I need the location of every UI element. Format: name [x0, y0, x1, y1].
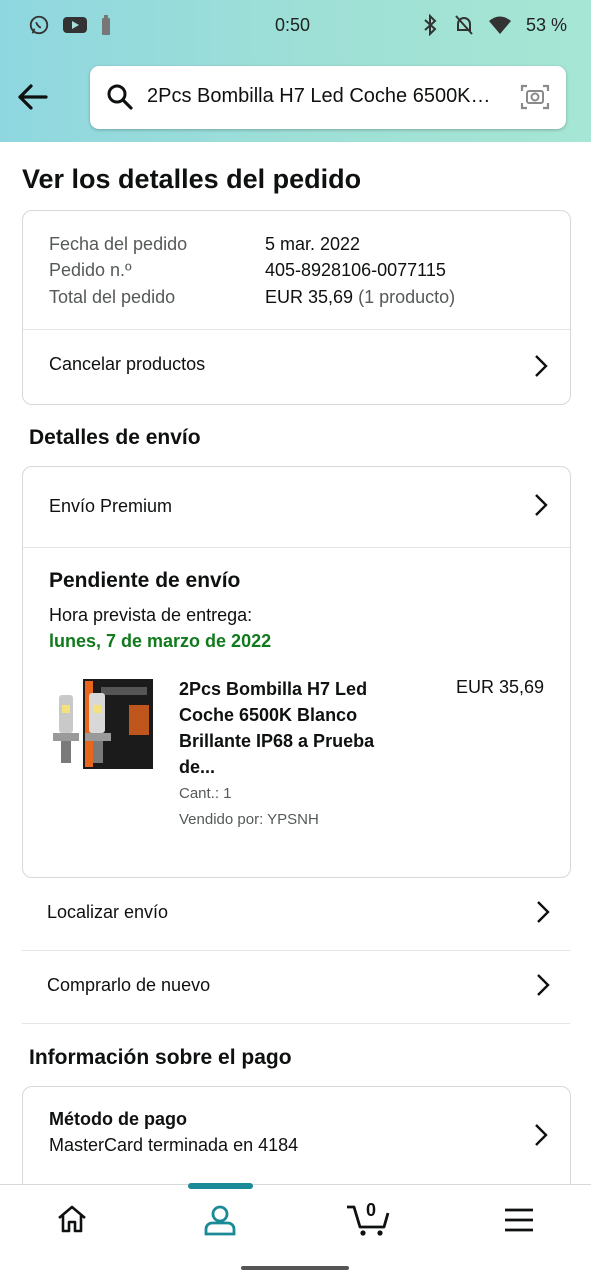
battery-saver-icon — [102, 15, 110, 35]
cancel-products-row[interactable]: Cancelar productos — [23, 330, 570, 403]
gesture-bar — [241, 1266, 349, 1270]
whatsapp-icon — [29, 15, 49, 35]
wifi-icon — [488, 16, 511, 34]
payment-method-title: Método de pago — [49, 1109, 187, 1129]
product-image[interactable] — [49, 675, 155, 777]
app-header: 0:50 53 % 2Pcs Bombilla H7 Led Coche 650… — [0, 0, 591, 142]
menu-icon[interactable] — [504, 1207, 534, 1233]
order-number-label: Pedido n.º — [49, 260, 132, 280]
track-shipment-label: Localizar envío — [47, 902, 169, 922]
product-quantity: Cant.: 1 — [179, 785, 232, 802]
buy-again-row[interactable]: Comprarlo de nuevo — [22, 951, 570, 1024]
page-title: Ver los detalles del pedido — [22, 164, 362, 194]
chevron-right-icon — [537, 901, 550, 923]
payment-method-value: MasterCard terminada en 4184 — [49, 1135, 299, 1155]
camera-search-icon[interactable] — [520, 82, 550, 112]
active-tab-indicator — [188, 1183, 253, 1189]
shipping-method-label: Envío Premium — [49, 496, 173, 516]
chevron-right-icon — [537, 974, 550, 996]
cancel-products-label: Cancelar productos — [49, 354, 206, 374]
order-number-value: 405-8928106-0077115 — [265, 260, 446, 280]
cart-button[interactable]: 0 — [346, 1200, 390, 1237]
search-query[interactable]: 2Pcs Bombilla H7 Led Coche 6500K… — [147, 85, 507, 108]
home-icon[interactable] — [56, 1203, 88, 1235]
order-date-value: 5 mar. 2022 — [265, 234, 361, 254]
shipping-method-row[interactable]: Envío Premium — [23, 467, 570, 547]
search-icon — [107, 84, 133, 110]
search-bar[interactable]: 2Pcs Bombilla H7 Led Coche 6500K… — [90, 66, 566, 129]
divider — [23, 547, 570, 548]
youtube-icon — [63, 17, 87, 33]
chevron-right-icon — [535, 355, 548, 377]
shipment-status: Pendiente de envío — [49, 569, 241, 592]
payment-section-title: Información sobre el pago — [29, 1046, 292, 1069]
order-total-value: EUR 35,69 (1 producto) — [265, 287, 455, 308]
eta-label: Hora prevista de entrega: — [49, 605, 253, 625]
status-bar: 0:50 53 % — [0, 12, 591, 40]
order-total-items: (1 producto) — [358, 287, 456, 307]
track-shipment-row[interactable]: Localizar envío — [22, 878, 570, 951]
bottom-nav: 0 — [0, 1183, 591, 1259]
product-title[interactable]: 2Pcs Bombilla H7 Led Coche 6500K Blanco … — [179, 676, 404, 780]
order-date-label: Fecha del pedido — [49, 234, 188, 254]
shipping-card: Envío Premium Pendiente de envío Hora pr… — [22, 466, 571, 878]
bluetooth-icon — [424, 14, 437, 36]
eta-date: lunes, 7 de marzo de 2022 — [49, 631, 272, 651]
buy-again-label: Comprarlo de nuevo — [47, 975, 211, 995]
chevron-right-icon — [535, 494, 548, 516]
battery-level: 53 % — [525, 14, 567, 35]
order-total-amount: EUR 35,69 — [265, 287, 354, 307]
notifications-off-icon — [455, 15, 473, 35]
back-arrow-icon[interactable] — [16, 82, 50, 112]
chevron-right-icon — [535, 1124, 548, 1146]
account-icon[interactable] — [203, 1203, 237, 1237]
product-seller: Vendido por: YPSNH — [179, 811, 319, 828]
shipping-section-title: Detalles de envío — [29, 426, 201, 449]
cart-count: 0 — [366, 1200, 377, 1220]
order-summary-card: Fecha del pedido 5 mar. 2022 Pedido n.º … — [22, 210, 571, 405]
clock: 0:50 — [275, 15, 311, 35]
product-price: EUR 35,69 — [455, 677, 544, 697]
order-total-label: Total del pedido — [49, 287, 176, 307]
